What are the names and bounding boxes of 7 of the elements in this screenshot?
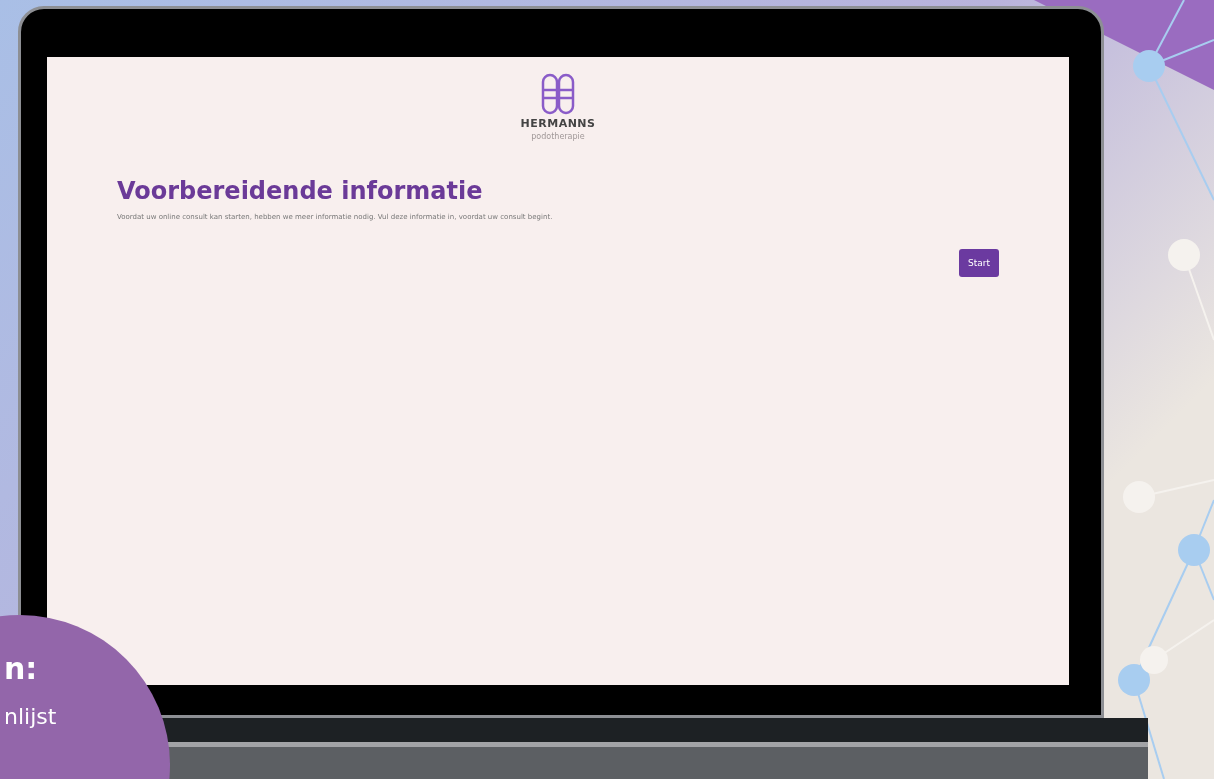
badge-text: n: <box>4 651 38 686</box>
badge-text: nlijst <box>4 704 57 729</box>
start-button[interactable]: Start <box>959 249 999 277</box>
brand-name: HERMANNS <box>520 117 596 130</box>
logo-icon <box>541 73 575 115</box>
page-title: Voorbereidende informatie <box>117 177 484 205</box>
brand-tagline: podotherapie <box>531 132 585 141</box>
